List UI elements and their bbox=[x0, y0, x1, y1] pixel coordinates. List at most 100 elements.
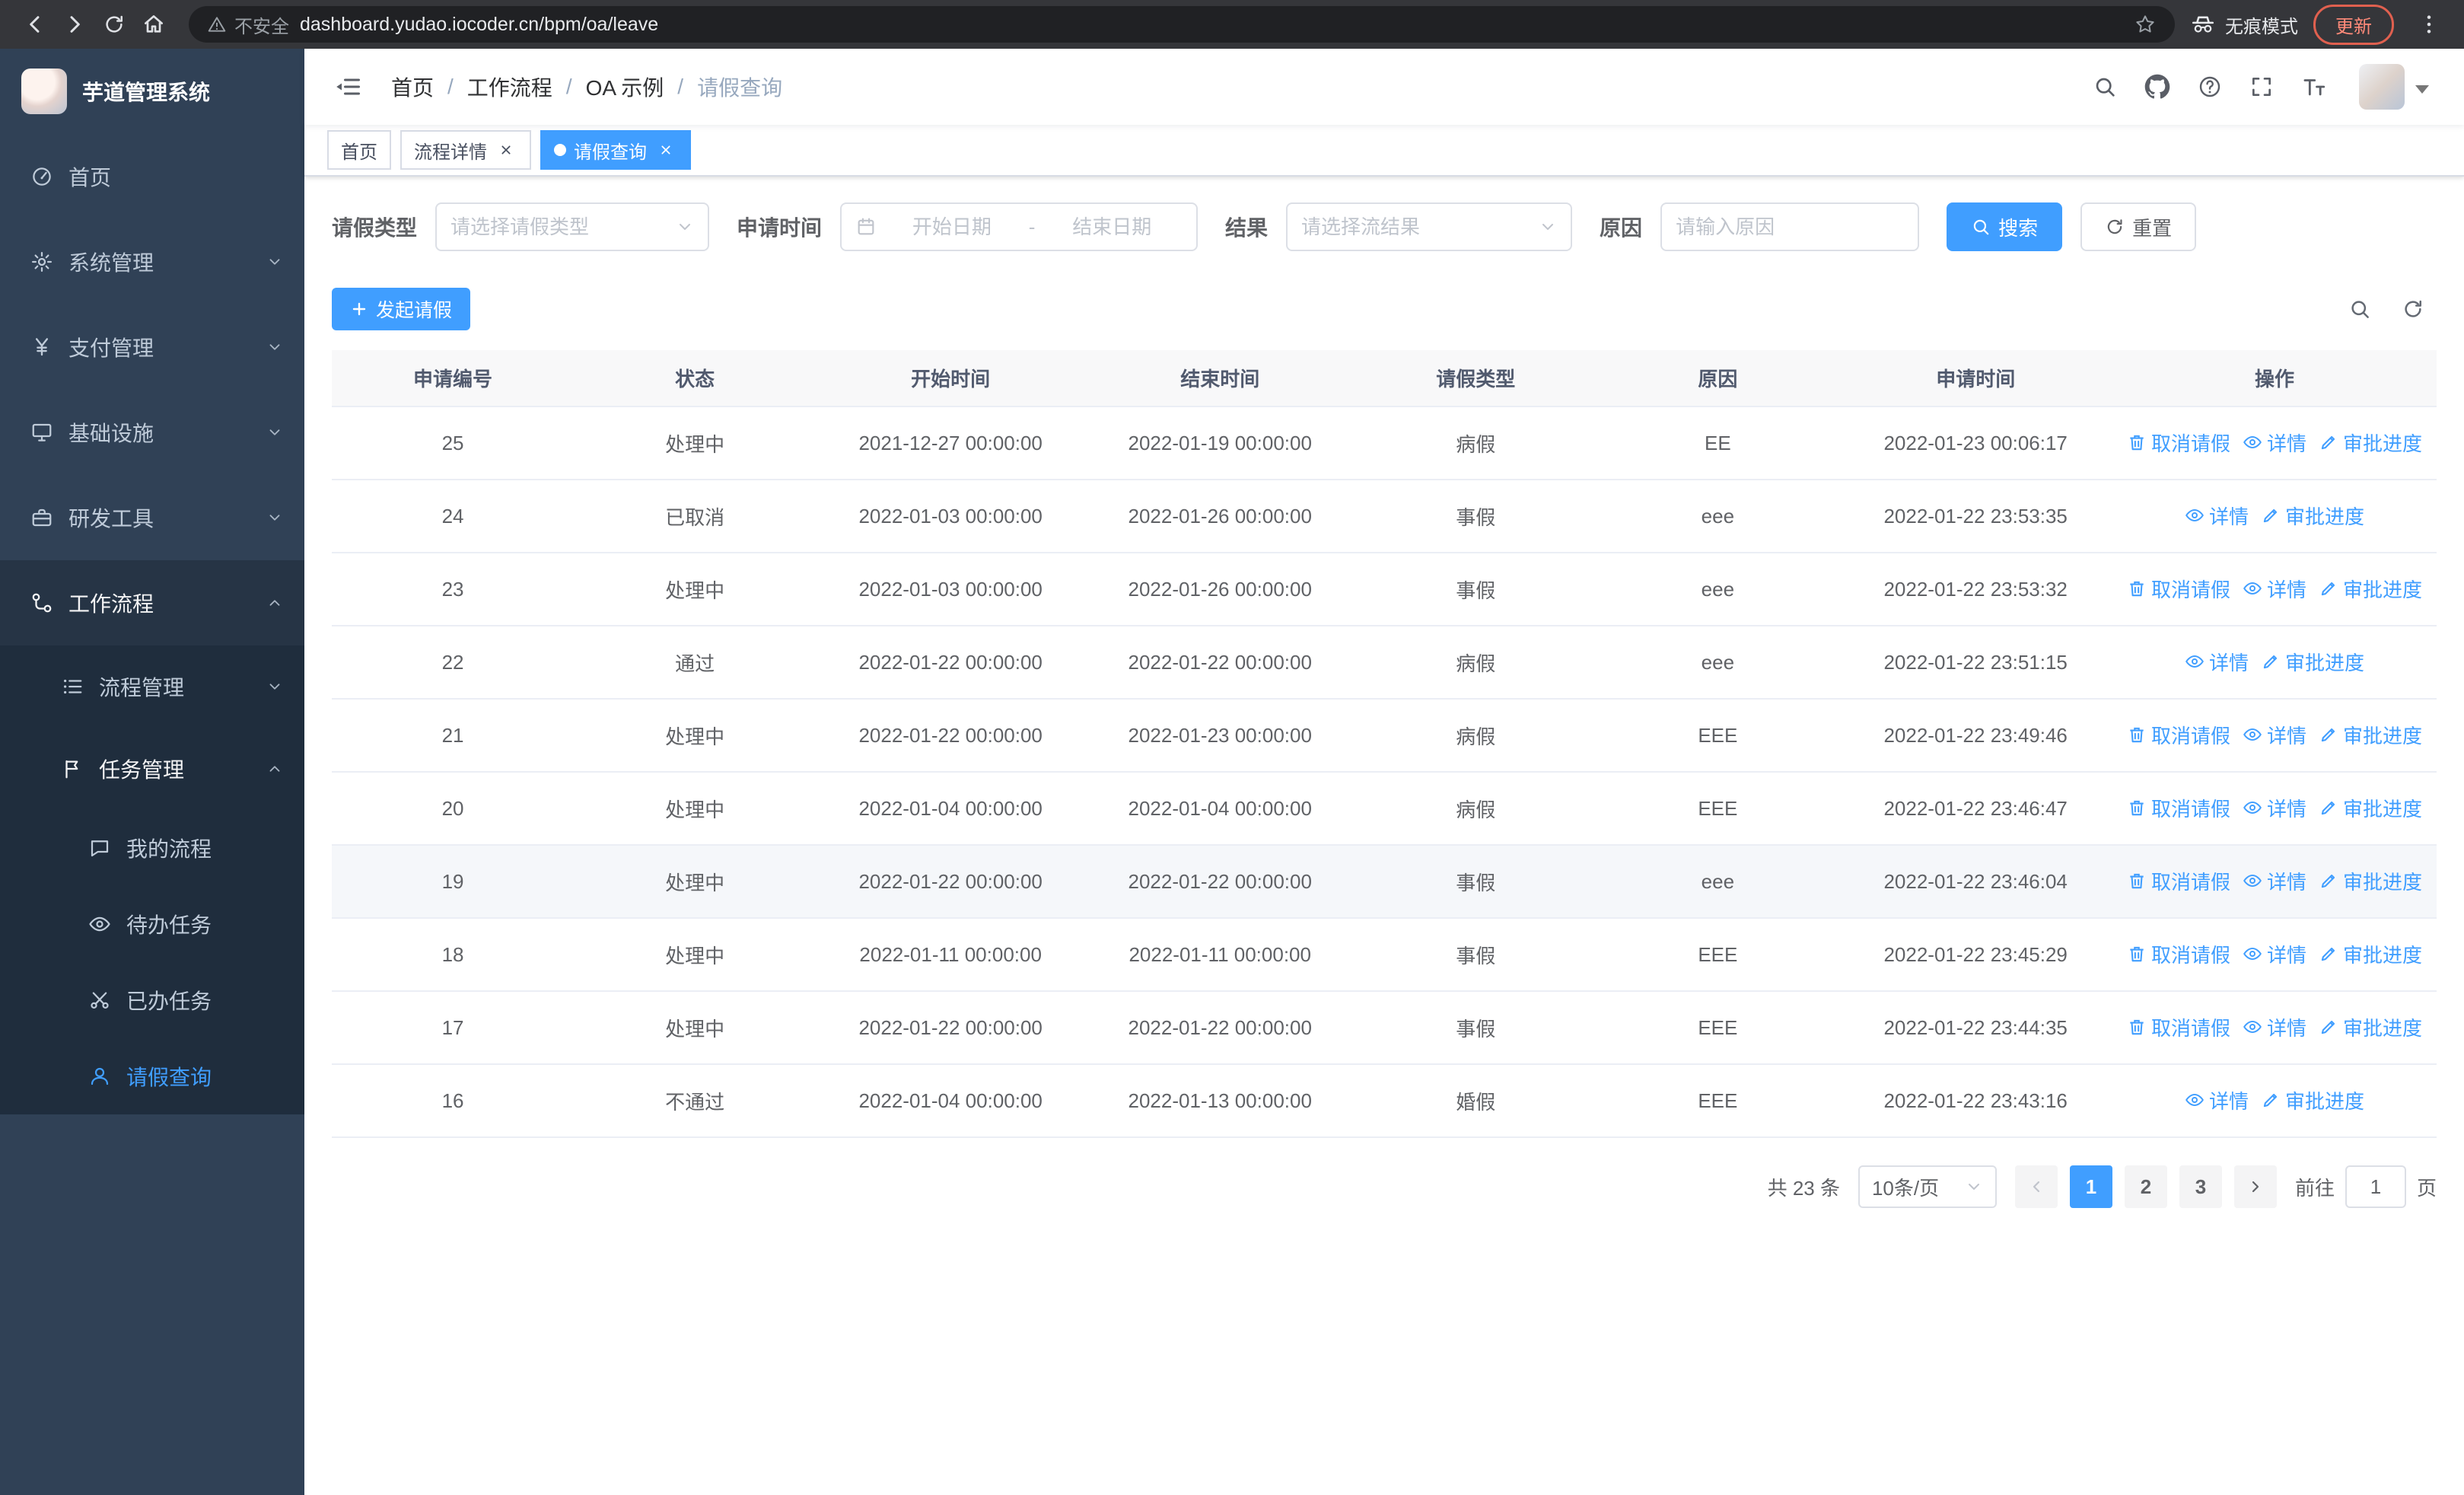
browser-menu-button[interactable] bbox=[2409, 5, 2449, 44]
chevron-left-icon bbox=[2027, 1178, 2045, 1196]
logo-title: 芋道管理系统 bbox=[82, 81, 211, 104]
logo[interactable]: 芋道管理系统 bbox=[0, 49, 304, 134]
browser-forward-button[interactable] bbox=[55, 5, 94, 44]
page-button-1[interactable]: 1 bbox=[2069, 1165, 2112, 1208]
detail-action-link[interactable]: 详情 bbox=[2185, 648, 2249, 676]
cell-status: 处理中 bbox=[574, 991, 817, 1065]
cell-status: 处理中 bbox=[574, 406, 817, 480]
detail-action-link[interactable]: 详情 bbox=[2243, 867, 2306, 895]
cell-start-time: 2022-01-22 00:00:00 bbox=[816, 845, 1086, 919]
tag-process-detail[interactable]: 流程详情 bbox=[400, 130, 531, 170]
page-button-2[interactable]: 2 bbox=[2124, 1165, 2167, 1208]
update-button[interactable]: 更新 bbox=[2313, 4, 2394, 45]
leave-type-select[interactable] bbox=[435, 202, 710, 251]
detail-action-link[interactable]: 详情 bbox=[2185, 502, 2249, 530]
detail-action-link[interactable]: 详情 bbox=[2243, 429, 2306, 457]
reason-input[interactable] bbox=[1676, 215, 1905, 239]
result-select[interactable] bbox=[1286, 202, 1573, 251]
sidebar-item-infrastructure[interactable]: 基础设施 bbox=[0, 390, 304, 475]
progress-action-link[interactable]: 审批进度 bbox=[2319, 429, 2422, 457]
reload-icon bbox=[103, 13, 126, 36]
start-date-input[interactable] bbox=[881, 215, 1023, 239]
progress-icon bbox=[2261, 505, 2281, 525]
tag-leave-query[interactable]: 请假查询 bbox=[540, 130, 691, 170]
sidebar-item-done-tasks[interactable]: 已办任务 bbox=[0, 962, 304, 1038]
search-button[interactable]: 搜索 bbox=[1947, 202, 2063, 251]
progress-action-link[interactable]: 审批进度 bbox=[2261, 648, 2364, 676]
sidebar-item-system-management[interactable]: 系统管理 bbox=[0, 219, 304, 304]
apply-time-range-picker[interactable]: - bbox=[840, 202, 1199, 251]
progress-action-link[interactable]: 审批进度 bbox=[2319, 721, 2422, 749]
cancel-action-link[interactable]: 取消请假 bbox=[2127, 794, 2230, 822]
progress-action-link[interactable]: 审批进度 bbox=[2319, 1013, 2422, 1041]
reason-input-wrap[interactable] bbox=[1660, 202, 1920, 251]
sidebar-item-home[interactable]: 首页 bbox=[0, 134, 304, 219]
breadcrumb-home[interactable]: 首页 bbox=[391, 72, 434, 102]
cell-id: 17 bbox=[332, 991, 575, 1065]
result-select-input[interactable] bbox=[1301, 215, 1533, 239]
goto-page: 前往 页 bbox=[2295, 1165, 2437, 1208]
chevron-up-icon bbox=[266, 594, 283, 611]
fullscreen-button[interactable] bbox=[2236, 49, 2287, 125]
tag-close-button[interactable] bbox=[495, 139, 517, 161]
progress-action-link[interactable]: 审批进度 bbox=[2261, 502, 2364, 530]
progress-action-link[interactable]: 审批进度 bbox=[2319, 940, 2422, 968]
security-chip[interactable]: 不安全 bbox=[207, 11, 289, 38]
detail-action-link[interactable]: 详情 bbox=[2243, 940, 2306, 968]
breadcrumb-oa-example[interactable]: OA 示例 bbox=[586, 72, 664, 102]
help-button[interactable] bbox=[2184, 49, 2236, 125]
header-search-button[interactable] bbox=[2079, 49, 2131, 125]
detail-action-link[interactable]: 详情 bbox=[2243, 1013, 2306, 1041]
reset-button[interactable]: 重置 bbox=[2080, 202, 2197, 251]
page-size-select[interactable]: 10条/页 bbox=[1858, 1165, 1997, 1208]
next-page-button[interactable] bbox=[2233, 1165, 2277, 1208]
bookmark-star-icon[interactable] bbox=[2134, 13, 2157, 36]
detail-action-link[interactable]: 详情 bbox=[2243, 575, 2306, 603]
sidebar-item-payment-management[interactable]: 支付管理 bbox=[0, 304, 304, 390]
cancel-action-link[interactable]: 取消请假 bbox=[2127, 867, 2230, 895]
detail-action-link[interactable]: 详情 bbox=[2185, 1086, 2249, 1114]
tag-home[interactable]: 首页 bbox=[327, 130, 391, 170]
sidebar-item-process-management[interactable]: 流程管理 bbox=[0, 645, 304, 728]
end-date-input[interactable] bbox=[1041, 215, 1183, 239]
progress-action-link[interactable]: 审批进度 bbox=[2319, 575, 2422, 603]
cancel-action-link[interactable]: 取消请假 bbox=[2127, 429, 2230, 457]
page-button-3[interactable]: 3 bbox=[2179, 1165, 2222, 1208]
cancel-action-link[interactable]: 取消请假 bbox=[2127, 575, 2230, 603]
progress-action-link[interactable]: 审批进度 bbox=[2261, 1086, 2364, 1114]
leave-type-select-input[interactable] bbox=[450, 215, 670, 239]
detail-action-link[interactable]: 详情 bbox=[2243, 721, 2306, 749]
progress-icon bbox=[2319, 944, 2338, 964]
sidebar-item-leave-query[interactable]: 请假查询 bbox=[0, 1038, 304, 1114]
breadcrumb-workflow[interactable]: 工作流程 bbox=[467, 72, 552, 102]
browser-reload-button[interactable] bbox=[94, 5, 134, 44]
tag-close-button[interactable] bbox=[654, 139, 677, 161]
refresh-table-icon[interactable] bbox=[2402, 298, 2424, 320]
cell-status: 处理中 bbox=[574, 699, 817, 773]
cancel-action-link[interactable]: 取消请假 bbox=[2127, 1013, 2230, 1041]
browser-back-button[interactable] bbox=[15, 5, 55, 44]
cell-apply-time: 2022-01-22 23:49:46 bbox=[1838, 699, 2112, 773]
progress-action-link[interactable]: 审批进度 bbox=[2319, 867, 2422, 895]
sidebar-item-task-management[interactable]: 任务管理 bbox=[0, 728, 304, 810]
sidebar-collapse-button[interactable] bbox=[327, 73, 370, 100]
sidebar-item-workflow[interactable]: 工作流程 bbox=[0, 560, 304, 645]
sidebar-item-pending-tasks[interactable]: 待办任务 bbox=[0, 886, 304, 962]
browser-home-button[interactable] bbox=[134, 5, 173, 44]
user-menu[interactable] bbox=[2359, 64, 2429, 110]
progress-action-link[interactable]: 审批进度 bbox=[2319, 794, 2422, 822]
cancel-action-link[interactable]: 取消请假 bbox=[2127, 721, 2230, 749]
font-size-button[interactable] bbox=[2287, 49, 2341, 125]
github-link[interactable] bbox=[2131, 49, 2184, 125]
goto-page-input[interactable] bbox=[2345, 1165, 2406, 1208]
create-leave-button[interactable]: 发起请假 bbox=[332, 288, 471, 330]
progress-icon bbox=[2319, 798, 2338, 818]
toggle-search-icon[interactable] bbox=[2348, 298, 2371, 320]
cell-start-time: 2022-01-22 00:00:00 bbox=[816, 626, 1086, 700]
sidebar-item-dev-tools[interactable]: 研发工具 bbox=[0, 475, 304, 560]
address-bar[interactable]: 不安全 dashboard.yudao.iocoder.cn/bpm/oa/le… bbox=[189, 6, 2175, 43]
cancel-action-link[interactable]: 取消请假 bbox=[2127, 940, 2230, 968]
prev-page-button[interactable] bbox=[2014, 1165, 2058, 1208]
sidebar-item-my-processes[interactable]: 我的流程 bbox=[0, 810, 304, 886]
detail-action-link[interactable]: 详情 bbox=[2243, 794, 2306, 822]
